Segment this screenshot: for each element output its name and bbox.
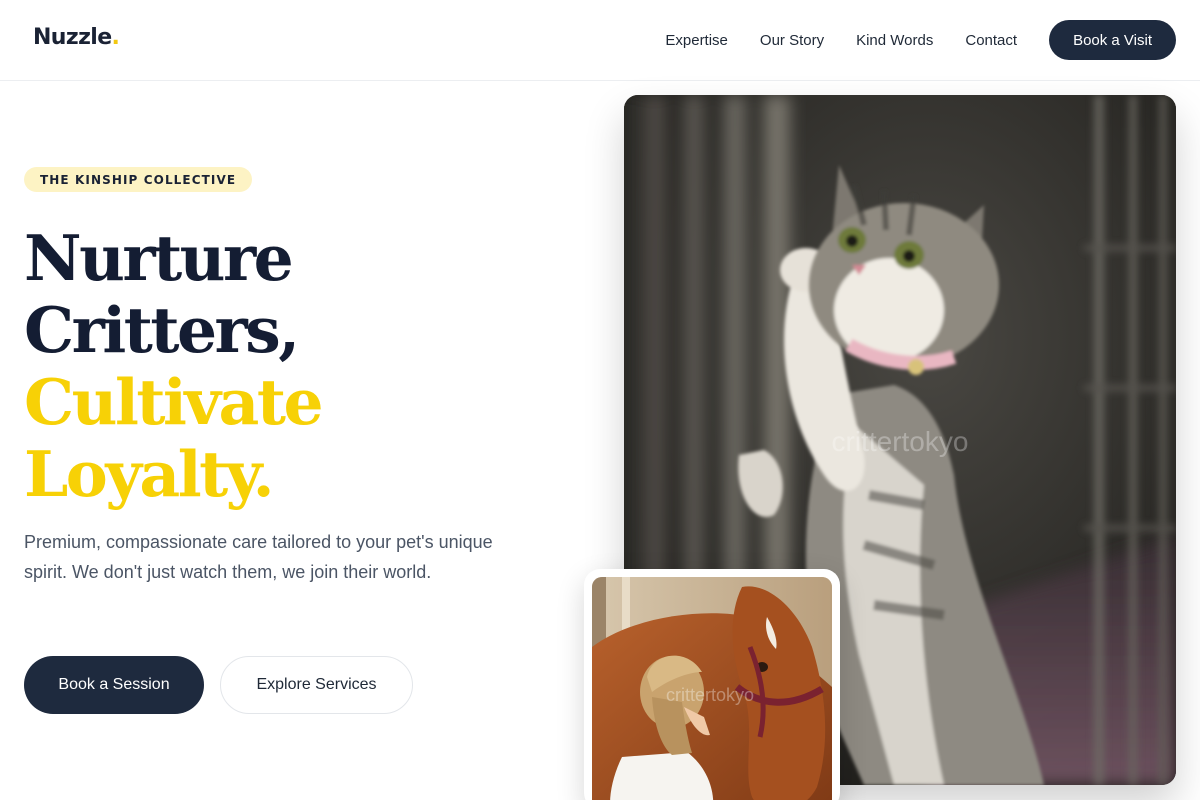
- hero-description: Premium, compassionate care tailored to …: [24, 532, 493, 582]
- headline-line-3: Cultivate: [24, 365, 324, 439]
- hero-eyebrow-badge: THE KINSHIP COLLECTIVE: [24, 167, 253, 192]
- headline-line-4: Loyalty.: [24, 437, 275, 511]
- horse-watermark: crittertokyo: [666, 685, 754, 705]
- site-header: Nuzzle. Expertise Our Story Kind Words C…: [0, 0, 1200, 81]
- nav-link-expertise[interactable]: Expertise: [665, 32, 728, 49]
- nav-link-contact[interactable]: Contact: [965, 32, 1017, 49]
- hero-image-horse-card: crittertokyo: [584, 569, 840, 800]
- headline-line-1: Nurture: [24, 221, 294, 295]
- nav-link-kind-words[interactable]: Kind Words: [856, 32, 933, 49]
- brand-dot: .: [111, 25, 120, 50]
- hero-headline: Nurture Critters, Cultivate Loyalty.: [24, 221, 324, 511]
- hero-image-horse: crittertokyo: [592, 577, 832, 800]
- nav-link-our-story[interactable]: Our Story: [760, 32, 824, 49]
- brand-logo[interactable]: Nuzzle.: [33, 25, 120, 50]
- main-nav: Expertise Our Story Kind Words Contact B…: [665, 20, 1176, 60]
- book-session-button[interactable]: Book a Session: [24, 656, 204, 714]
- book-a-visit-button[interactable]: Book a Visit: [1049, 20, 1176, 60]
- kitten-watermark: crittertokyo: [832, 426, 969, 457]
- brand-name: Nuzzle: [33, 25, 112, 50]
- explore-services-button[interactable]: Explore Services: [220, 656, 413, 714]
- headline-line-2: Critters,: [24, 293, 300, 367]
- horse-photo-illustration: crittertokyo: [592, 577, 832, 800]
